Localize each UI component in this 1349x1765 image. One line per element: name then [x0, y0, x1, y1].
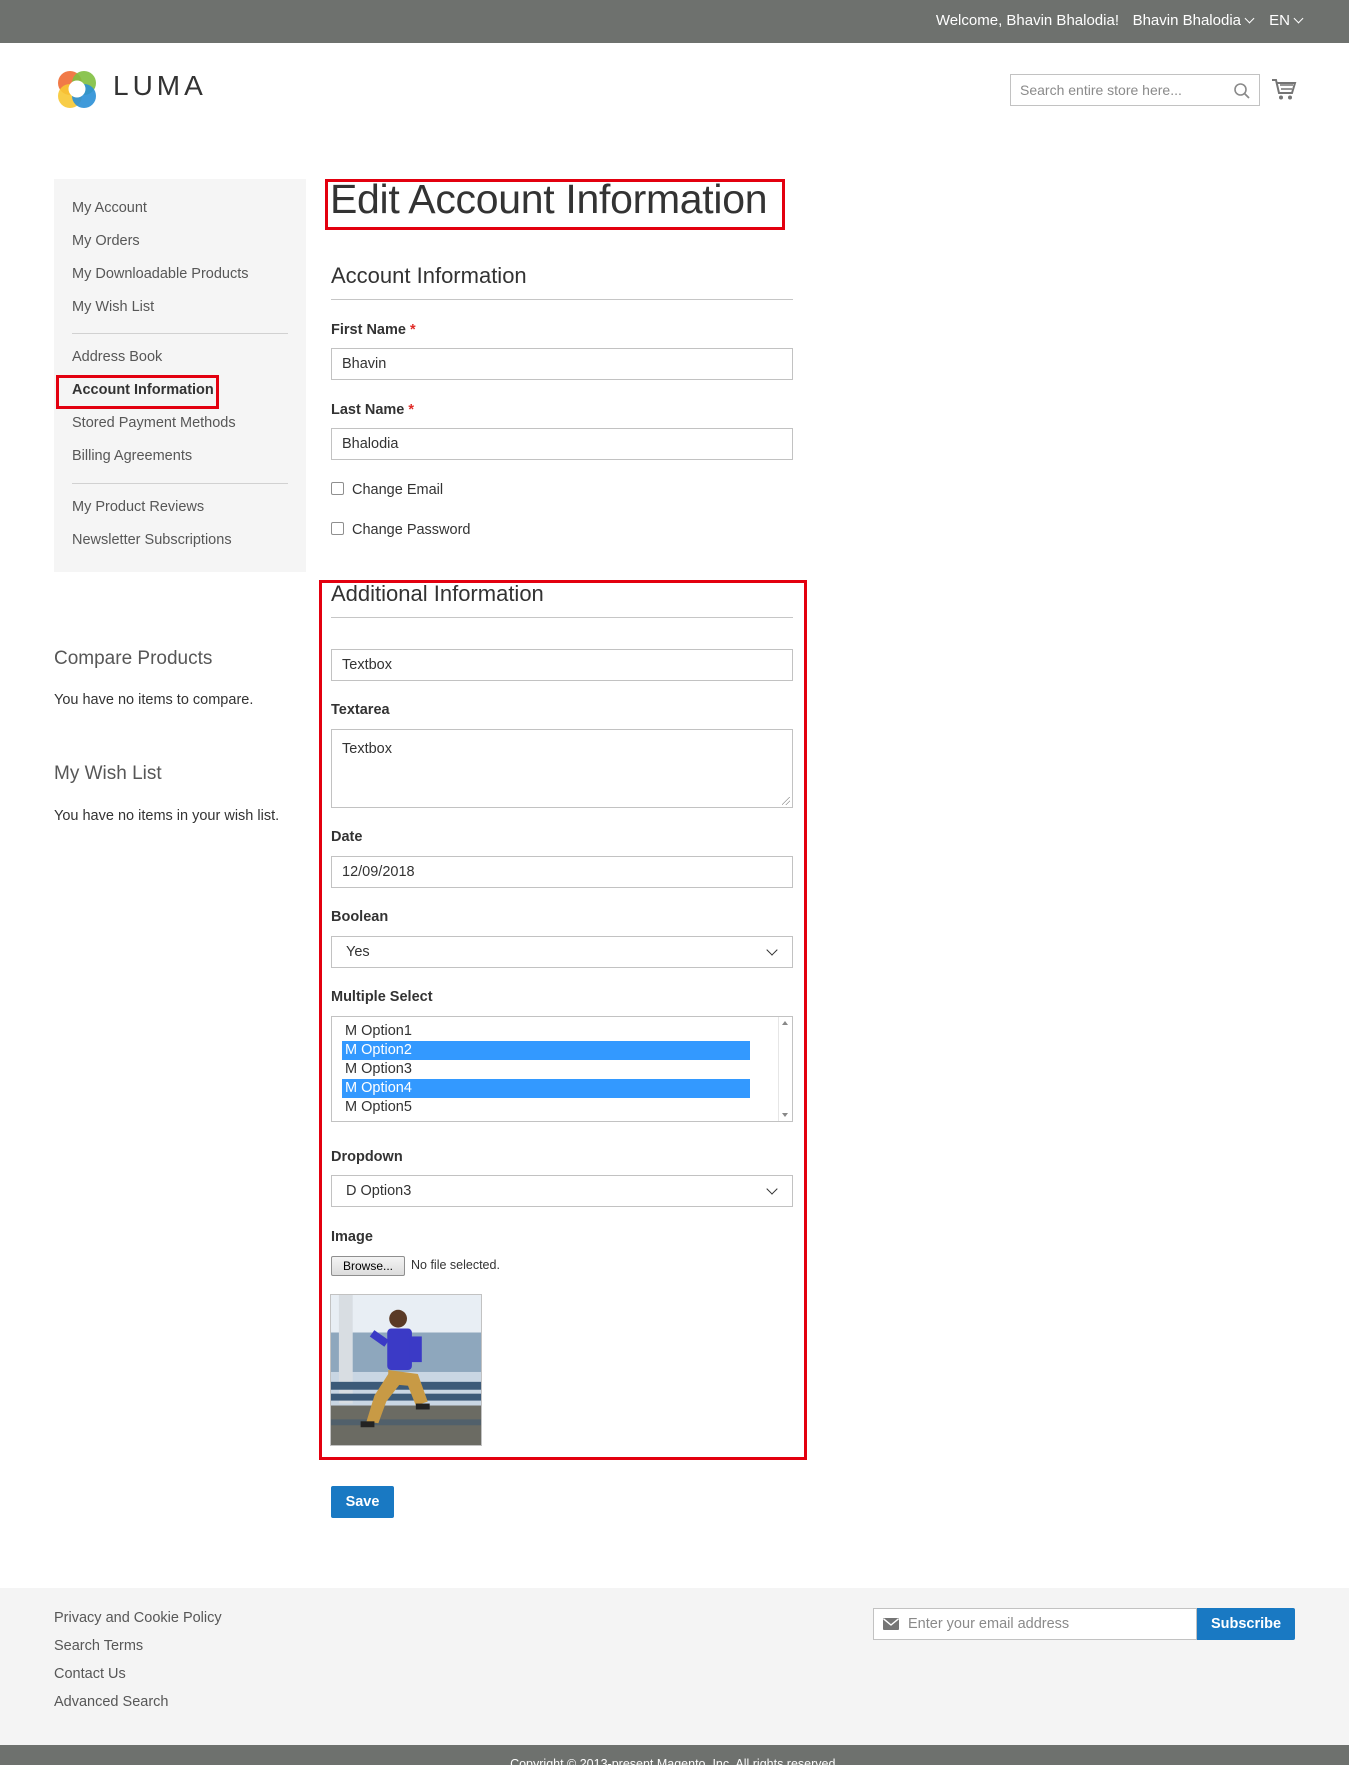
legend-divider: [331, 299, 793, 300]
footer-link-advanced-search[interactable]: Advanced Search: [54, 1694, 168, 1710]
welcome-message: Welcome, Bhavin Bhalodia!: [935, 12, 1119, 29]
copyright-bar: Copyright © 2013-present Magento, Inc. A…: [0, 1745, 1349, 1765]
cart-icon[interactable]: [1271, 76, 1297, 102]
date-field[interactable]: 12/09/2018: [331, 856, 793, 888]
multiselect-option[interactable]: M Option3: [342, 1060, 750, 1079]
date-label: Date: [331, 829, 363, 845]
chevron-down-icon: [766, 1183, 778, 1195]
page-title: Edit Account Information: [330, 176, 768, 222]
sidebar-item-my-account[interactable]: My Account: [72, 200, 147, 216]
scrollbar[interactable]: [778, 1017, 792, 1121]
change-password-checkbox[interactable]: [331, 522, 344, 535]
sidebar-item-billing-agreements[interactable]: Billing Agreements: [72, 448, 192, 464]
last-name-field[interactable]: Bhalodia: [331, 428, 793, 460]
customer-menu-toggle[interactable]: Bhavin Bhalodia: [1132, 12, 1255, 29]
search-input[interactable]: [1011, 75, 1221, 105]
account-nav: My Account My Orders My Downloadable Pro…: [54, 179, 306, 572]
newsletter-box: [873, 1608, 1197, 1640]
wish-list-title: My Wish List: [54, 763, 162, 784]
image-label: Image: [331, 1229, 373, 1245]
footer-link-contact[interactable]: Contact Us: [54, 1666, 126, 1682]
compare-products-empty: You have no items to compare.: [54, 692, 254, 708]
first-name-label-text: First Name: [331, 322, 406, 338]
sidebar-item-my-orders[interactable]: My Orders: [72, 233, 140, 249]
top-panel: Welcome, Bhavin Bhalodia! Bhavin Bhalodi…: [0, 0, 1349, 43]
change-email-option[interactable]: Change Email: [331, 482, 443, 498]
customer-name: Bhavin Bhalodia: [1132, 12, 1241, 29]
sidebar-item-newsletter-subscriptions[interactable]: Newsletter Subscriptions: [72, 532, 232, 548]
language-switcher[interactable]: EN: [1269, 12, 1304, 29]
save-button[interactable]: Save: [331, 1486, 394, 1518]
first-name-field[interactable]: Bhavin: [331, 348, 793, 380]
search-box: [1010, 74, 1260, 106]
chevron-down-icon: [1244, 13, 1255, 24]
sidebar-item-stored-payment-methods[interactable]: Stored Payment Methods: [72, 415, 236, 431]
boolean-value: Yes: [346, 944, 370, 960]
sidebar-item-wish-list[interactable]: My Wish List: [72, 299, 154, 315]
multiple-select-list[interactable]: M Option1 M Option2 M Option3 M Option4 …: [331, 1016, 793, 1122]
sidebar-item-product-reviews[interactable]: My Product Reviews: [72, 499, 204, 515]
last-name-label: Last Name *: [331, 402, 414, 418]
chevron-down-icon: [766, 944, 778, 956]
change-email-label: Change Email: [352, 482, 444, 498]
footer-link-privacy[interactable]: Privacy and Cookie Policy: [54, 1610, 222, 1626]
required-asterisk: *: [408, 402, 414, 418]
multiselect-option-selected[interactable]: M Option4: [342, 1079, 750, 1098]
multiselect-option-selected[interactable]: M Option2: [342, 1041, 750, 1060]
required-asterisk: *: [409, 322, 416, 338]
newsletter-email-input[interactable]: [908, 1609, 1188, 1639]
change-password-label: Change Password: [352, 522, 471, 538]
legend-divider: [331, 617, 793, 618]
luma-logo-icon[interactable]: [54, 66, 100, 112]
account-information-legend: Account Information: [331, 263, 527, 288]
dropdown-label: Dropdown: [331, 1149, 403, 1165]
logo-text[interactable]: LUMA: [113, 70, 207, 102]
sidebar-item-account-information[interactable]: Account Information: [72, 382, 214, 398]
resize-handle-icon[interactable]: [782, 797, 790, 805]
envelope-icon: [883, 1618, 899, 1630]
chevron-down-icon: [1293, 13, 1304, 24]
copyright-text: Copyright © 2013-present Magento, Inc. A…: [510, 1757, 839, 1765]
browse-button[interactable]: Browse...: [331, 1256, 405, 1276]
wish-list-empty: You have no items in your wish list.: [54, 808, 280, 824]
boolean-select[interactable]: Yes: [331, 936, 793, 968]
subscribe-button[interactable]: Subscribe: [1197, 1608, 1295, 1640]
last-name-label-text: Last Name: [331, 402, 405, 418]
nav-divider: [72, 483, 288, 484]
scroll-down-arrow-icon[interactable]: [782, 1113, 788, 1117]
textarea-label: Textarea: [331, 702, 390, 718]
first-name-label: First Name *: [331, 322, 416, 338]
sidebar-item-downloadable-products[interactable]: My Downloadable Products: [72, 266, 249, 282]
dropdown-value: D Option3: [346, 1183, 412, 1199]
textarea-field[interactable]: Textbox: [331, 729, 793, 808]
textbox-field[interactable]: Textbox: [331, 649, 793, 681]
footer-link-search-terms[interactable]: Search Terms: [54, 1638, 143, 1654]
language-label: EN: [1269, 12, 1290, 29]
no-file-status: No file selected.: [411, 1258, 500, 1272]
additional-information-legend: Additional Information: [331, 581, 544, 606]
dropdown-select[interactable]: D Option3: [331, 1175, 793, 1207]
nav-divider: [72, 333, 288, 334]
multiple-select-label: Multiple Select: [331, 989, 433, 1005]
sidebar-item-address-book[interactable]: Address Book: [72, 349, 162, 365]
uploaded-image-thumbnail[interactable]: [330, 1294, 482, 1446]
search-icon[interactable]: [1233, 82, 1251, 100]
change-password-option[interactable]: Change Password: [331, 522, 471, 538]
scroll-up-arrow-icon[interactable]: [782, 1021, 788, 1025]
textarea-value: Textbox: [342, 741, 392, 757]
multiselect-option[interactable]: M Option5: [342, 1098, 750, 1117]
multiselect-option[interactable]: M Option1: [342, 1022, 750, 1041]
change-email-checkbox[interactable]: [331, 482, 344, 495]
compare-products-title: Compare Products: [54, 648, 213, 669]
boolean-label: Boolean: [331, 909, 389, 925]
